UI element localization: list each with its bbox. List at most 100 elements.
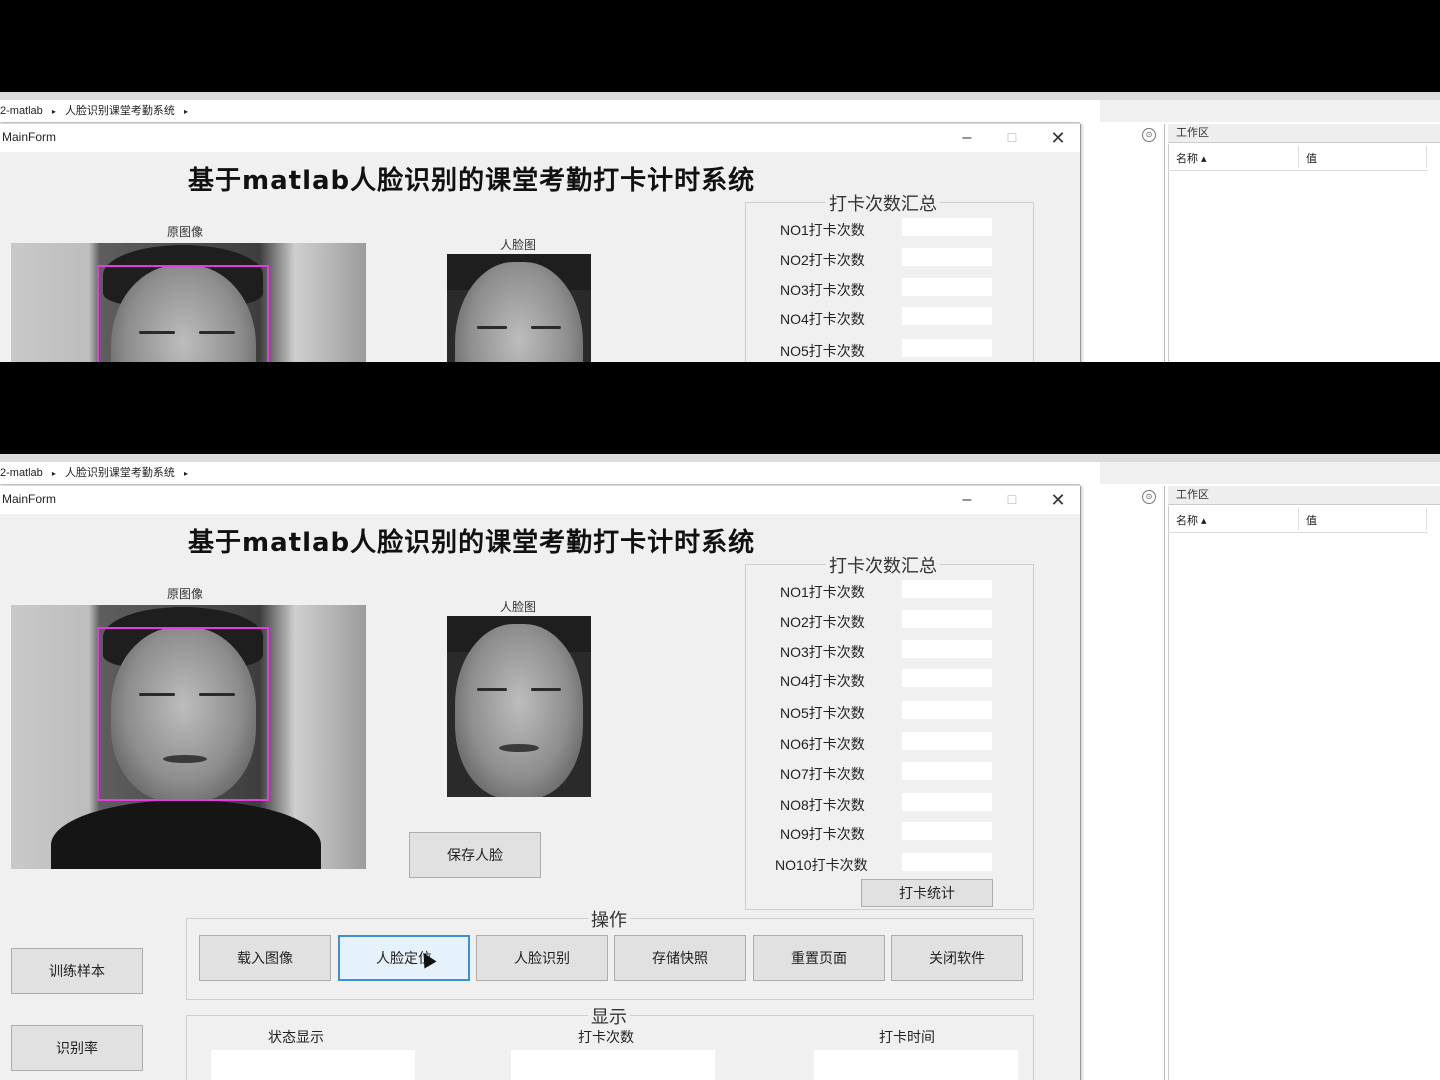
workspace-title: 工作区	[1168, 486, 1440, 505]
page-title: 基于matlab人脸识别的课堂考勤打卡计时系统	[188, 528, 756, 558]
path-bar[interactable]: 2-matlab ▸ 人脸识别课堂考勤系统 ▸	[0, 462, 1100, 485]
original-image	[11, 605, 366, 869]
command-window[interactable]	[1082, 486, 1165, 1080]
close-icon[interactable]: ✕	[1038, 126, 1078, 150]
status-display-label: 状态显示	[268, 1029, 324, 1045]
recognition-rate-button[interactable]: 识别率	[11, 1025, 143, 1071]
punch-count-label: 打卡次数	[578, 1029, 634, 1045]
ribbon-strip	[0, 454, 1440, 462]
workspace-col-value[interactable]: 值	[1306, 512, 1317, 528]
workspace-header: 名称 ▴ 值	[1168, 144, 1428, 171]
save-snapshot-button[interactable]: 存储快照	[614, 935, 746, 981]
collapse-icon[interactable]: ⊙	[1142, 490, 1156, 504]
count-field-3[interactable]	[902, 640, 992, 658]
workspace-header: 名称 ▴ 值	[1168, 506, 1428, 533]
workspace-title: 工作区	[1168, 124, 1440, 143]
count-label-7: NO7打卡次数	[780, 766, 865, 782]
mainform-window: MainForm – ☐ ✕ 基于matlab人脸识别的课堂考勤打卡计时系统 原…	[0, 486, 1081, 1080]
window-titlebar[interactable]: MainForm – ☐ ✕	[0, 124, 1080, 152]
mainform-window: MainForm – ☐ ✕ 基于matlab人脸识别的课堂考勤打卡计时系统 原…	[0, 124, 1081, 362]
bottom-frame-panel: 2-matlab ▸ 人脸识别课堂考勤系统 ▸ ⊙ 工作区 名称 ▴ 值 Mai…	[0, 454, 1440, 1080]
count-field-7[interactable]	[902, 762, 992, 780]
count-field-5[interactable]	[902, 339, 992, 357]
operations-group-title: 操作	[588, 906, 630, 932]
face-locate-button[interactable]: 人脸定位	[338, 935, 470, 981]
original-image-caption: 原图像	[167, 587, 204, 601]
workspace-divider	[1168, 506, 1169, 1080]
workspace-divider	[1168, 144, 1169, 362]
original-image-caption: 原图像	[167, 225, 204, 239]
count-label-2: NO2打卡次数	[780, 614, 865, 630]
display-group-title: 显示	[588, 1003, 630, 1029]
count-label-1: NO1打卡次数	[780, 222, 865, 238]
collapse-icon[interactable]: ⊙	[1142, 128, 1156, 142]
count-label-6: NO6打卡次数	[780, 736, 865, 752]
count-field-10[interactable]	[902, 853, 992, 871]
breadcrumb-separator-icon: ▸	[184, 469, 189, 478]
count-label-4: NO4打卡次数	[780, 673, 865, 689]
punch-stats-button[interactable]: 打卡统计	[861, 879, 993, 907]
path-bar[interactable]: 2-matlab ▸ 人脸识别课堂考勤系统 ▸	[0, 100, 1100, 123]
workspace-col-value[interactable]: 值	[1306, 150, 1317, 166]
breadcrumb-folder[interactable]: 人脸识别课堂考勤系统	[65, 467, 175, 479]
face-recognize-button[interactable]: 人脸识别	[476, 935, 608, 981]
window-title: MainForm	[2, 492, 57, 506]
count-field-4[interactable]	[902, 669, 992, 687]
page-title: 基于matlab人脸识别的课堂考勤打卡计时系统	[188, 166, 756, 196]
breadcrumb-root[interactable]: 2-matlab	[0, 105, 43, 117]
breadcrumb-folder[interactable]: 人脸识别课堂考勤系统	[65, 105, 175, 117]
count-field-2[interactable]	[902, 248, 992, 266]
face-detection-box	[97, 627, 269, 801]
count-label-5: NO5打卡次数	[780, 343, 865, 359]
minimize-icon[interactable]: –	[947, 126, 987, 150]
count-field-3[interactable]	[902, 278, 992, 296]
close-icon[interactable]: ✕	[1038, 488, 1078, 512]
maximize-icon[interactable]: ☐	[992, 488, 1032, 512]
punch-time-field[interactable]	[814, 1050, 1018, 1080]
face-image	[447, 616, 591, 797]
workspace-col-name[interactable]: 名称 ▴	[1176, 150, 1207, 166]
count-label-3: NO3打卡次数	[780, 282, 865, 298]
count-label-9: NO9打卡次数	[780, 826, 865, 842]
count-label-4: NO4打卡次数	[780, 311, 865, 327]
minimize-icon[interactable]: –	[947, 488, 987, 512]
face-image-caption: 人脸图	[500, 238, 537, 252]
maximize-icon[interactable]: ☐	[992, 126, 1032, 150]
breadcrumb-separator-icon: ▸	[184, 107, 189, 116]
counts-group-title: 打卡次数汇总	[826, 190, 940, 216]
count-field-5[interactable]	[902, 701, 992, 719]
original-image	[11, 243, 366, 362]
count-field-8[interactable]	[902, 793, 992, 811]
window-title: MainForm	[2, 130, 57, 144]
counts-group-title: 打卡次数汇总	[826, 552, 940, 578]
close-software-button[interactable]: 关闭软件	[891, 935, 1023, 981]
face-image-caption: 人脸图	[500, 600, 537, 614]
count-label-5: NO5打卡次数	[780, 705, 865, 721]
count-field-2[interactable]	[902, 610, 992, 628]
reset-page-button[interactable]: 重置页面	[753, 935, 885, 981]
workspace-col-name[interactable]: 名称 ▴	[1176, 512, 1207, 528]
save-face-button[interactable]: 保存人脸	[409, 832, 541, 878]
breadcrumb-separator-icon: ▸	[51, 107, 56, 116]
command-window[interactable]	[1082, 124, 1165, 362]
count-label-8: NO8打卡次数	[780, 797, 865, 813]
count-field-1[interactable]	[902, 580, 992, 598]
count-label-2: NO2打卡次数	[780, 252, 865, 268]
count-label-1: NO1打卡次数	[780, 584, 865, 600]
load-image-button[interactable]: 载入图像	[199, 935, 331, 981]
window-titlebar[interactable]: MainForm – ☐ ✕	[0, 486, 1080, 514]
count-field-1[interactable]	[902, 218, 992, 236]
face-image	[447, 254, 591, 362]
top-frame-panel: 2-matlab ▸ 人脸识别课堂考勤系统 ▸ ⊙ 工作区 名称 ▴ 值 Mai…	[0, 92, 1440, 362]
punch-time-label: 打卡时间	[879, 1029, 935, 1045]
face-detection-box	[97, 265, 269, 362]
count-field-9[interactable]	[902, 822, 992, 840]
count-field-4[interactable]	[902, 307, 992, 325]
count-field-6[interactable]	[902, 732, 992, 750]
count-label-10: NO10打卡次数	[775, 857, 868, 873]
status-display-field[interactable]	[211, 1050, 415, 1080]
punch-count-field[interactable]	[511, 1050, 715, 1080]
app-frame: 2-matlab ▸ 人脸识别课堂考勤系统 ▸ ⊙ 工作区 名称 ▴ 值 Mai…	[0, 92, 1440, 362]
train-samples-button[interactable]: 训练样本	[11, 948, 143, 994]
breadcrumb-root[interactable]: 2-matlab	[0, 467, 43, 479]
